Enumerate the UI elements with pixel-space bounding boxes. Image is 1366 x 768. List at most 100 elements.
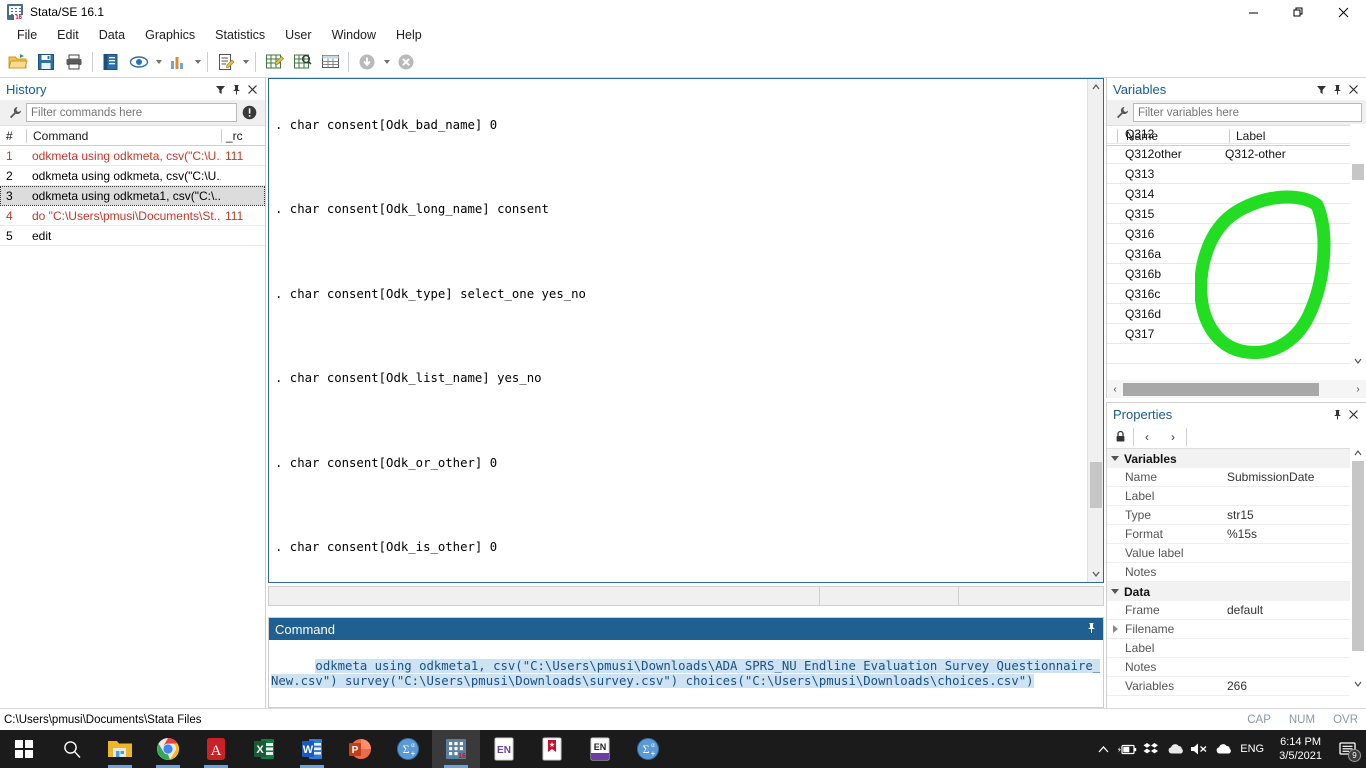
menu-graphics[interactable]: Graphics [135, 26, 205, 44]
data-editor-browse-icon[interactable] [289, 49, 315, 75]
minimize-button[interactable] [1231, 0, 1276, 24]
mendeley-icon[interactable]: ★ [528, 730, 576, 768]
word-icon[interactable]: W [288, 730, 336, 768]
table-row[interactable]: 1 odkmeta using odkmeta, csv("C:\U... 11… [0, 146, 265, 166]
scroll-up-arrow-icon[interactable] [1088, 79, 1103, 95]
wrench-icon[interactable] [4, 106, 26, 120]
status-indicator-ovr[interactable]: OVR [1333, 714, 1358, 726]
variables-scroll-down-arrow-icon[interactable] [1350, 354, 1366, 368]
results-vertical-scrollbar[interactable] [1087, 79, 1103, 582]
taskbar-clock[interactable]: 6:14 PM 3/5/2021 [1269, 730, 1332, 768]
acrobat-icon[interactable]: A [192, 730, 240, 768]
property-row[interactable]: Value label [1107, 544, 1366, 563]
history-col-num[interactable]: # [0, 129, 26, 143]
spss-icon[interactable]: Σ α + [384, 730, 432, 768]
properties-scroll-down-arrow-icon[interactable] [1350, 678, 1366, 690]
history-pin-icon[interactable] [228, 81, 244, 97]
variables-hscroll-thumb[interactable] [1123, 382, 1319, 396]
property-row[interactable]: Frame default [1107, 601, 1366, 620]
properties-next-button[interactable]: › [1160, 426, 1186, 448]
hscroll-left-arrow-icon[interactable]: ‹ [1107, 384, 1123, 395]
menu-file[interactable]: File [7, 26, 47, 44]
log-icon[interactable] [98, 49, 124, 75]
graph-dropdown-caret-icon[interactable] [192, 49, 203, 75]
table-row[interactable]: Q316c [1107, 284, 1350, 304]
search-icon[interactable] [48, 730, 96, 768]
variables-filter-funnel-icon[interactable] [1313, 81, 1329, 97]
do-file-editor-icon[interactable] [213, 49, 239, 75]
property-row[interactable]: Notes [1107, 563, 1366, 582]
lock-icon[interactable] [1107, 426, 1133, 448]
start-button-icon[interactable] [0, 730, 48, 768]
data-editor-edit-icon[interactable] [261, 49, 287, 75]
volume-muted-icon[interactable] [1187, 730, 1211, 768]
properties-pin-icon[interactable] [1329, 406, 1345, 422]
table-row-partial[interactable] [1107, 344, 1350, 364]
property-row[interactable]: Label [1107, 639, 1366, 658]
table-row[interactable]: Q317 [1107, 324, 1350, 344]
table-row[interactable]: Q312other Q312-other [1107, 144, 1350, 164]
command-pin-icon[interactable] [1086, 622, 1097, 637]
properties-scroll-up-arrow-icon[interactable] [1350, 447, 1366, 459]
variables-vertical-scrollbar[interactable] [1350, 124, 1366, 368]
property-row[interactable]: Filename [1107, 620, 1366, 639]
onedrive-icon[interactable] [1163, 730, 1187, 768]
variables-pin-icon[interactable] [1329, 81, 1345, 97]
variables-manager-icon[interactable] [317, 49, 343, 75]
command-input[interactable]: odkmeta using odkmeta1, csv("C:\Users\pm… [269, 640, 1103, 705]
chrome-icon[interactable] [144, 730, 192, 768]
table-row[interactable]: 5 edit [0, 226, 265, 246]
viewer-dropdown-caret-icon[interactable] [153, 49, 164, 75]
hscroll-right-arrow-icon[interactable]: › [1350, 384, 1366, 395]
notification-center-icon[interactable]: 9 [1332, 730, 1362, 768]
restore-button[interactable] [1276, 0, 1321, 24]
table-row[interactable]: Q314 [1107, 184, 1350, 204]
variables-wrench-icon[interactable] [1111, 106, 1133, 120]
scroll-down-arrow-icon[interactable] [1088, 566, 1103, 582]
language-indicator[interactable]: ENG [1235, 730, 1269, 768]
table-row[interactable]: 2 odkmeta using odkmeta, csv("C:\U... [0, 166, 265, 186]
graph-icon[interactable] [165, 49, 191, 75]
endnote-web-icon[interactable]: EN [576, 730, 624, 768]
menu-user[interactable]: User [275, 26, 321, 44]
properties-group-data[interactable]: Data [1107, 582, 1366, 601]
table-row[interactable]: Q315 [1107, 204, 1350, 224]
table-row[interactable]: Q312 [1107, 124, 1350, 144]
menu-edit[interactable]: Edit [47, 26, 89, 44]
table-row[interactable]: Q316b [1107, 264, 1350, 284]
table-row[interactable]: Q316d [1107, 304, 1350, 324]
viewer-eye-icon[interactable] [126, 49, 152, 75]
results-window[interactable]: . char consent[Odk_bad_name] 0 . char co… [268, 78, 1104, 583]
do-file-dropdown-caret-icon[interactable] [240, 49, 251, 75]
property-row[interactable]: Name SubmissionDate [1107, 468, 1366, 487]
menu-data[interactable]: Data [89, 26, 135, 44]
properties-prev-button[interactable]: ‹ [1134, 426, 1160, 448]
table-row[interactable]: Q316a [1107, 244, 1350, 264]
stata-icon[interactable]: 16 [432, 730, 480, 768]
endnote-icon[interactable]: EN [480, 730, 528, 768]
expand-triangle-icon[interactable] [1113, 625, 1118, 633]
property-row[interactable]: Variables 266 [1107, 677, 1366, 696]
table-row[interactable]: Q313 [1107, 164, 1350, 184]
variables-horizontal-scrollbar[interactable]: ‹ › [1107, 380, 1366, 398]
properties-scroll-thumb[interactable] [1352, 461, 1364, 651]
spss-amos-icon[interactable]: Σ α + [624, 730, 672, 768]
history-filter-input[interactable] [26, 103, 237, 122]
results-scroll-thumb[interactable] [1090, 462, 1102, 508]
status-indicator-num[interactable]: NUM [1289, 714, 1315, 726]
variables-scroll-thumb[interactable] [1352, 164, 1364, 180]
history-col-rc[interactable]: _rc [221, 128, 265, 143]
menu-help[interactable]: Help [386, 26, 432, 44]
table-row[interactable]: 3 odkmeta using odkmeta1, csv("C:\... [0, 186, 265, 206]
properties-group-variables[interactable]: Variables [1107, 449, 1366, 468]
filter-info-icon[interactable] [237, 105, 261, 120]
open-icon[interactable] [5, 49, 31, 75]
history-close-icon[interactable] [244, 81, 260, 97]
print-icon[interactable] [61, 49, 87, 75]
properties-vertical-scrollbar[interactable] [1350, 447, 1366, 702]
history-col-command[interactable]: Command [26, 128, 221, 143]
battery-charging-icon[interactable] [1115, 730, 1139, 768]
variables-close-icon[interactable] [1345, 81, 1361, 97]
table-row[interactable]: Q316 [1107, 224, 1350, 244]
powerpoint-icon[interactable]: P [336, 730, 384, 768]
